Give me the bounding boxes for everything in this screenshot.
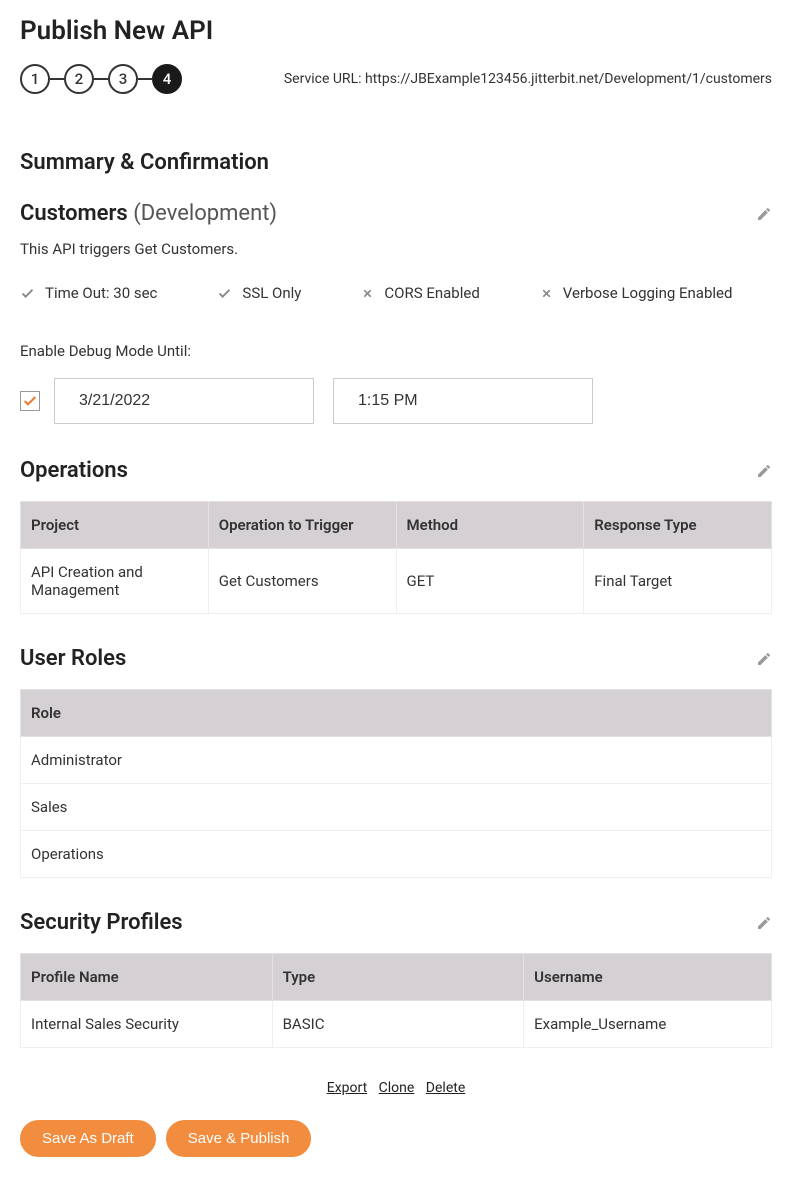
operations-title: Operations xyxy=(20,458,128,483)
check-icon xyxy=(20,286,35,301)
debug-label: Enable Debug Mode Until: xyxy=(20,342,772,360)
flag-timeout-label: Time Out: 30 sec xyxy=(45,284,157,302)
save-publish-button[interactable]: Save & Publish xyxy=(166,1120,312,1157)
page-title: Publish New API xyxy=(20,16,772,46)
table-row: Administrator xyxy=(21,737,772,784)
cell-type: BASIC xyxy=(272,1001,524,1048)
flag-ssl: SSL Only xyxy=(217,284,301,302)
table-header-row: Project Operation to Trigger Method Resp… xyxy=(21,502,772,549)
col-operation: Operation to Trigger xyxy=(208,502,396,549)
cell-project: API Creation and Management xyxy=(21,549,209,614)
col-username: Username xyxy=(524,954,772,1001)
export-link[interactable]: Export xyxy=(327,1080,367,1096)
service-url: Service URL: https://JBExample123456.jit… xyxy=(284,71,772,87)
flags-row: Time Out: 30 sec SSL Only CORS Enabled V… xyxy=(20,284,772,302)
service-url-value: https://JBExample123456.jitterbit.net/De… xyxy=(365,71,772,87)
user-roles-title: User Roles xyxy=(20,646,126,671)
flag-ssl-label: SSL Only xyxy=(242,284,301,302)
cell-role: Administrator xyxy=(21,737,772,784)
header-row: 1 2 3 4 Service URL: https://JBExample12… xyxy=(20,64,772,94)
debug-checkbox[interactable] xyxy=(20,391,40,411)
cell-response: Final Target xyxy=(584,549,772,614)
col-response: Response Type xyxy=(584,502,772,549)
pencil-icon[interactable] xyxy=(756,915,772,931)
step-2[interactable]: 2 xyxy=(64,64,94,94)
col-role: Role xyxy=(21,690,772,737)
col-method: Method xyxy=(396,502,584,549)
cell-role: Operations xyxy=(21,831,772,878)
pencil-icon[interactable] xyxy=(756,651,772,667)
col-profile: Profile Name xyxy=(21,954,273,1001)
col-type: Type xyxy=(272,954,524,1001)
table-header-row: Profile Name Type Username xyxy=(21,954,772,1001)
service-url-label: Service URL: xyxy=(284,71,365,87)
cell-username: Example_Username xyxy=(524,1001,772,1048)
save-draft-button[interactable]: Save As Draft xyxy=(20,1120,156,1157)
step-1[interactable]: 1 xyxy=(20,64,50,94)
step-connector xyxy=(50,78,64,80)
debug-date-field[interactable] xyxy=(54,378,314,424)
check-icon xyxy=(217,286,232,301)
api-name: Customers xyxy=(20,201,128,226)
cell-operation: Get Customers xyxy=(208,549,396,614)
col-project: Project xyxy=(21,502,209,549)
table-row: Internal Sales Security BASIC Example_Us… xyxy=(21,1001,772,1048)
cell-profile: Internal Sales Security xyxy=(21,1001,273,1048)
summary-title: Summary & Confirmation xyxy=(20,150,772,175)
security-header: Security Profiles xyxy=(20,910,772,935)
user-roles-table: Role Administrator Sales Operations xyxy=(20,689,772,878)
debug-row xyxy=(20,378,772,424)
table-header-row: Role xyxy=(21,690,772,737)
clone-link[interactable]: Clone xyxy=(379,1080,415,1096)
table-row: API Creation and Management Get Customer… xyxy=(21,549,772,614)
cell-method: GET xyxy=(396,549,584,614)
footer-buttons: Save As Draft Save & Publish xyxy=(20,1120,772,1157)
step-3[interactable]: 3 xyxy=(108,64,138,94)
step-connector xyxy=(94,78,108,80)
flag-verbose-label: Verbose Logging Enabled xyxy=(563,284,733,302)
x-icon xyxy=(540,287,553,300)
step-indicator: 1 2 3 4 xyxy=(20,64,182,94)
table-row: Operations xyxy=(21,831,772,878)
flag-cors: CORS Enabled xyxy=(361,284,479,302)
api-environment: (Development) xyxy=(133,201,277,226)
user-roles-header: User Roles xyxy=(20,646,772,671)
security-title: Security Profiles xyxy=(20,910,183,935)
flag-verbose: Verbose Logging Enabled xyxy=(540,284,733,302)
flag-cors-label: CORS Enabled xyxy=(384,284,479,302)
api-name-line: Customers (Development) xyxy=(20,201,277,226)
operations-table: Project Operation to Trigger Method Resp… xyxy=(20,501,772,614)
operations-header: Operations xyxy=(20,458,772,483)
flag-timeout: Time Out: 30 sec xyxy=(20,284,157,302)
api-header: Customers (Development) xyxy=(20,201,772,226)
debug-time-field[interactable] xyxy=(333,378,593,424)
delete-link[interactable]: Delete xyxy=(426,1080,465,1096)
step-4-active[interactable]: 4 xyxy=(152,64,182,94)
action-links: Export Clone Delete xyxy=(20,1080,772,1096)
x-icon xyxy=(361,287,374,300)
pencil-icon[interactable] xyxy=(756,206,772,222)
api-description: This API triggers Get Customers. xyxy=(20,240,772,258)
step-connector xyxy=(138,78,152,80)
table-row: Sales xyxy=(21,784,772,831)
cell-role: Sales xyxy=(21,784,772,831)
security-table: Profile Name Type Username Internal Sale… xyxy=(20,953,772,1048)
pencil-icon[interactable] xyxy=(756,463,772,479)
